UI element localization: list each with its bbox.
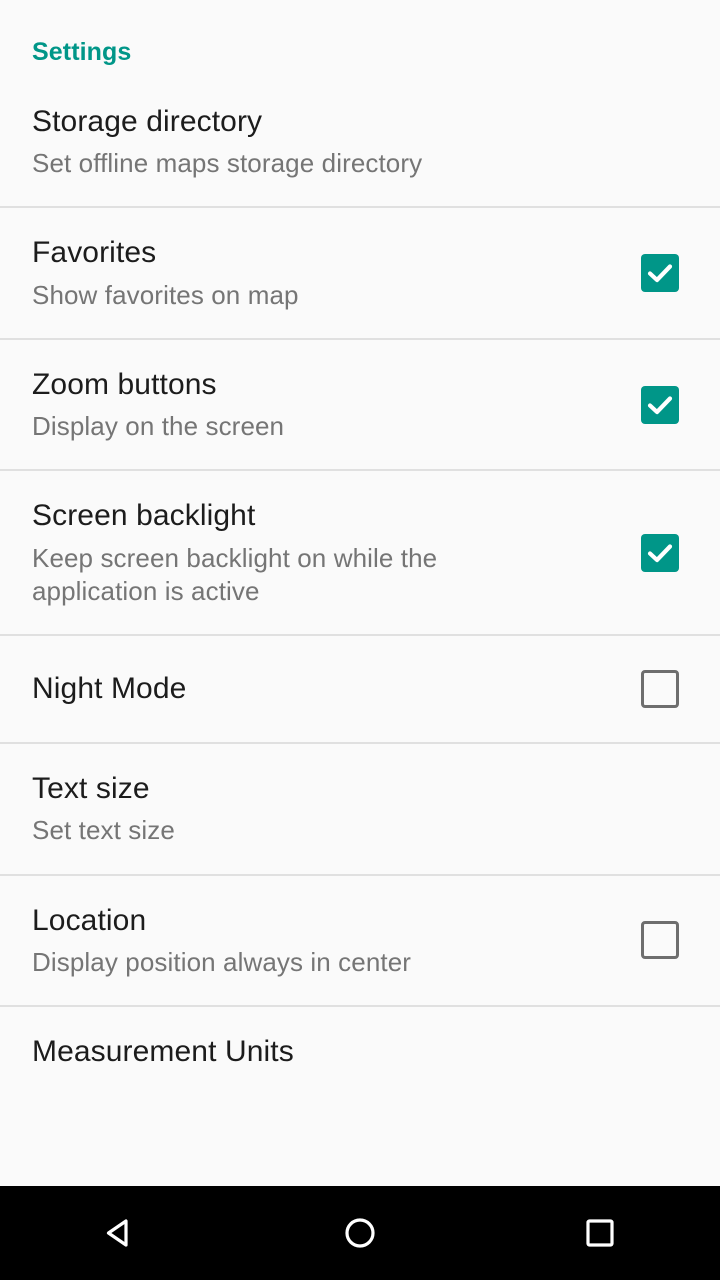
setting-row-favorites[interactable]: Favorites Show favorites on map bbox=[0, 206, 720, 338]
checkmark-icon bbox=[647, 264, 673, 283]
row-text: Favorites Show favorites on map bbox=[32, 234, 632, 311]
checkbox-favorites[interactable] bbox=[641, 254, 679, 293]
row-text: Text size Set text size bbox=[32, 770, 688, 847]
row-title: Text size bbox=[32, 772, 150, 806]
row-text: Screen backlight Keep screen backlight o… bbox=[32, 497, 632, 608]
row-control bbox=[632, 254, 688, 293]
setting-row-measurement-units[interactable]: Measurement Units bbox=[0, 1004, 720, 1071]
row-text: Storage directory Set offline maps stora… bbox=[32, 103, 688, 180]
checkbox-night-mode[interactable] bbox=[641, 670, 679, 709]
android-navigation-bar bbox=[0, 1186, 720, 1280]
settings-screen: Settings Storage directory Set offline m… bbox=[0, 0, 720, 1280]
setting-row-location[interactable]: Location Display position always in cent… bbox=[0, 873, 720, 1005]
setting-row-zoom-buttons[interactable]: Zoom buttons Display on the screen bbox=[0, 337, 720, 470]
row-title: Night Mode bbox=[32, 672, 187, 706]
row-subtitle: Set text size bbox=[32, 815, 175, 846]
row-text: Zoom buttons Display on the screen bbox=[32, 366, 632, 443]
row-subtitle: Display position always in center bbox=[32, 946, 412, 977]
row-control bbox=[632, 533, 688, 572]
nav-home-button[interactable] bbox=[240, 1186, 480, 1280]
checkbox-location[interactable] bbox=[641, 921, 679, 960]
row-title: Screen backlight bbox=[32, 499, 256, 533]
nav-recents-button[interactable] bbox=[480, 1186, 720, 1280]
row-text: Measurement Units bbox=[32, 1033, 688, 1070]
setting-row-night-mode[interactable]: Night Mode bbox=[0, 634, 720, 743]
checkbox-zoom-buttons[interactable] bbox=[641, 385, 679, 424]
row-subtitle: Display on the screen bbox=[32, 411, 285, 442]
row-subtitle: Set offline maps storage directory bbox=[32, 148, 423, 179]
checkbox-screen-backlight[interactable] bbox=[641, 533, 679, 572]
row-title: Measurement Units bbox=[32, 1034, 294, 1068]
row-control bbox=[632, 385, 688, 424]
row-text: Night Mode bbox=[32, 670, 632, 707]
row-control bbox=[632, 670, 688, 709]
row-title: Storage directory bbox=[32, 105, 263, 138]
row-control bbox=[632, 921, 688, 960]
row-title: Zoom buttons bbox=[32, 367, 217, 401]
checkmark-icon bbox=[647, 544, 673, 562]
setting-row-text-size[interactable]: Text size Set text size bbox=[0, 742, 720, 874]
back-triangle-icon bbox=[106, 1219, 128, 1247]
setting-row-screen-backlight[interactable]: Screen backlight Keep screen backlight o… bbox=[0, 469, 720, 635]
settings-list[interactable]: Settings Storage directory Set offline m… bbox=[0, 0, 720, 1186]
checkmark-icon bbox=[647, 396, 673, 414]
recents-square-icon bbox=[586, 1219, 614, 1247]
category-header-settings: Settings bbox=[32, 38, 132, 66]
setting-row-storage-directory[interactable]: Storage directory Set offline maps stora… bbox=[0, 77, 720, 207]
row-title: Favorites bbox=[32, 236, 157, 270]
row-title: Location bbox=[32, 903, 147, 937]
row-subtitle: Keep screen backlight on while the appli… bbox=[32, 542, 438, 606]
row-subtitle: Show favorites on map bbox=[32, 279, 299, 310]
home-circle-icon bbox=[345, 1218, 375, 1248]
row-text: Location Display position always in cent… bbox=[32, 902, 632, 979]
nav-back-button[interactable] bbox=[0, 1186, 240, 1280]
